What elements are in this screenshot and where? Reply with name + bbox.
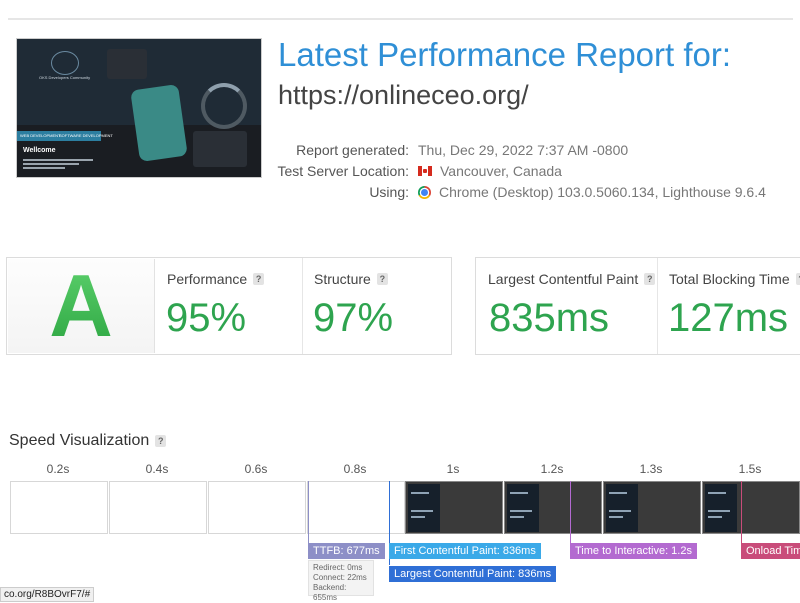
- report-generated-text: Thu, Dec 29, 2022 7:37 AM -0800: [418, 142, 629, 158]
- filmstrip-frame: [307, 481, 405, 534]
- lcp-metric: Largest Contentful Paint? 835ms: [476, 258, 656, 354]
- thumbnail-card: [107, 49, 147, 79]
- ttfb-breakdown: Redirect: 0ms Connect: 22ms Backend: 655…: [308, 560, 374, 602]
- using-label: Using:: [369, 184, 409, 200]
- web-vitals-box: Largest Contentful Paint? 835ms Total Bl…: [475, 257, 800, 355]
- ttfb-line: [308, 481, 309, 543]
- test-location-text: Vancouver, Canada: [440, 163, 562, 179]
- performance-value: 95%: [166, 296, 247, 340]
- lcp-value: 835ms: [489, 296, 610, 340]
- ttfb-backend: Backend: 655ms: [313, 583, 347, 602]
- filmstrip-frame: [208, 481, 306, 534]
- onload-line: [741, 481, 742, 543]
- filmstrip-frame: [109, 481, 207, 534]
- tbt-value: 127ms: [668, 296, 789, 340]
- ttfb-marker[interactable]: TTFB: 677ms: [308, 543, 385, 559]
- phone-illustration: [130, 84, 188, 162]
- filmstrip-frame: [10, 481, 108, 534]
- report-title: Latest Performance Report for:: [278, 36, 732, 73]
- timeline-tick: 1.5s: [738, 462, 762, 476]
- lcp-marker[interactable]: Largest Contentful Paint: 836ms: [389, 566, 557, 582]
- frame-screenshot: [705, 484, 737, 532]
- thumbnail-description: [23, 159, 93, 171]
- onload-marker[interactable]: Onload Time: [741, 543, 800, 559]
- using-value: Chrome (Desktop) 103.0.5060.134, Lightho…: [418, 184, 766, 200]
- performance-metric: Performance? 95%: [155, 258, 302, 354]
- progress-ring-illustration: [201, 83, 247, 129]
- help-icon[interactable]: ?: [376, 273, 388, 285]
- tbt-label: Total Blocking Time?: [669, 271, 800, 287]
- filmstrip-frame: [702, 481, 800, 534]
- performance-label-text: Performance: [167, 271, 248, 287]
- test-location-label: Test Server Location:: [277, 163, 409, 179]
- help-icon[interactable]: ?: [644, 273, 656, 285]
- report-url[interactable]: https://onlineceo.org/: [278, 80, 529, 111]
- help-icon[interactable]: ?: [795, 273, 800, 285]
- speed-visualization-text: Speed Visualization: [9, 432, 150, 449]
- filmstrip-frame: [603, 481, 701, 534]
- performance-label: Performance?: [167, 271, 265, 287]
- thumbnail-heading: Wellcome: [23, 147, 56, 154]
- report-generated-value: Thu, Dec 29, 2022 7:37 AM -0800: [418, 142, 628, 158]
- structure-label: Structure?: [314, 271, 388, 287]
- report-generated-label: Report generated:: [296, 142, 409, 158]
- fcp-marker[interactable]: First Contentful Paint: 836ms: [389, 543, 541, 559]
- overall-grade-letter: A: [49, 256, 113, 355]
- frame-screenshot: [606, 484, 638, 532]
- tti-marker[interactable]: Time to Interactive: 1.2s: [570, 543, 697, 559]
- thumbnail-card: [193, 131, 247, 167]
- timeline-tick: 1.2s: [540, 462, 564, 476]
- timeline-tick: 1s: [446, 462, 460, 476]
- help-icon[interactable]: ?: [253, 273, 265, 285]
- thumbnail-tab-web: WEB DEVELOPMENT: [20, 133, 61, 138]
- chrome-icon: [418, 185, 431, 199]
- frame-screenshot: [408, 484, 440, 532]
- filmstrip-frame: [405, 481, 503, 534]
- timeline-tick: 0.2s: [46, 462, 70, 476]
- overall-grade: A: [8, 256, 155, 355]
- lcp-label-text: Largest Contentful Paint: [488, 271, 639, 287]
- frame-screenshot: [507, 484, 539, 532]
- top-divider: [8, 18, 793, 20]
- speed-visualization-title: Speed Visualization ?: [9, 432, 167, 450]
- timeline-tick: 1.3s: [639, 462, 663, 476]
- timeline-tick: 0.8s: [343, 462, 367, 476]
- structure-value: 97%: [313, 296, 394, 340]
- grade-summary-box: A Performance? 95% Structure? 97%: [6, 256, 452, 355]
- tree-logo-icon: [51, 51, 79, 75]
- structure-metric: Structure? 97%: [302, 258, 450, 354]
- tbt-label-text: Total Blocking Time: [669, 271, 790, 287]
- lcp-label: Largest Contentful Paint?: [488, 271, 656, 287]
- thumbnail-tab-software: SOFTWARE DEVELOPMENT: [59, 133, 113, 138]
- timeline-tick: 0.4s: [145, 462, 169, 476]
- ttfb-connect: Connect: 22ms: [313, 573, 367, 582]
- structure-label-text: Structure: [314, 271, 371, 287]
- thumbnail-org-name: OKS Developers Community: [39, 75, 91, 80]
- page-screenshot-thumbnail[interactable]: OKS Developers Community WEB DEVELOPMENT…: [16, 38, 262, 178]
- tbt-metric: Total Blocking Time? 127ms: [657, 258, 800, 354]
- canada-flag-icon: [418, 166, 432, 176]
- filmstrip-frame: [504, 481, 602, 534]
- tti-line: [570, 481, 571, 543]
- timeline-tick: 0.6s: [244, 462, 268, 476]
- help-icon[interactable]: ?: [155, 435, 167, 447]
- test-location-value: Vancouver, Canada: [418, 163, 562, 179]
- using-text: Chrome (Desktop) 103.0.5060.134, Lightho…: [439, 184, 766, 200]
- ttfb-redirect: Redirect: 0ms: [313, 563, 363, 572]
